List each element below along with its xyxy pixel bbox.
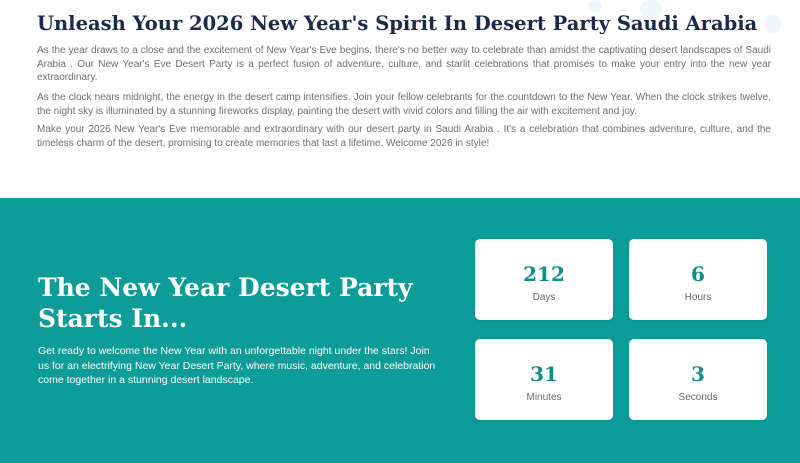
countdown-card-hours: 6 Hours: [629, 239, 767, 320]
countdown-section: The New Year Desert Party Starts In... G…: [0, 198, 800, 463]
countdown-card-seconds: 3 Seconds: [629, 339, 767, 420]
countdown-value: 3: [691, 362, 705, 386]
countdown-description: Get ready to welcome the New Year with a…: [38, 345, 436, 386]
countdown-value: 6: [691, 262, 705, 286]
countdown-value: 31: [530, 362, 558, 386]
countdown-label: Hours: [684, 292, 712, 303]
page-title: Unleash Your 2026 New Year's Spirit In D…: [37, 12, 758, 35]
countdown-heading: The New Year Desert Party Starts In...: [38, 273, 413, 333]
countdown-card-days: 212 Days: [475, 239, 613, 320]
intro-paragraph: As the year draws to a close and the exc…: [37, 45, 771, 83]
countdown-label: Days: [532, 292, 556, 303]
countdown-label: Seconds: [678, 392, 718, 403]
intro-paragraph: As the clock nears midnight, the energy …: [37, 92, 771, 117]
countdown-value: 212: [523, 262, 565, 286]
countdown-label: Minutes: [526, 392, 562, 403]
intro-paragraph: Make your 2026 New Year's Eve memorable …: [37, 124, 771, 149]
countdown-card-minutes: 31 Minutes: [475, 339, 613, 420]
intro-section: Unleash Your 2026 New Year's Spirit In D…: [0, 0, 800, 198]
